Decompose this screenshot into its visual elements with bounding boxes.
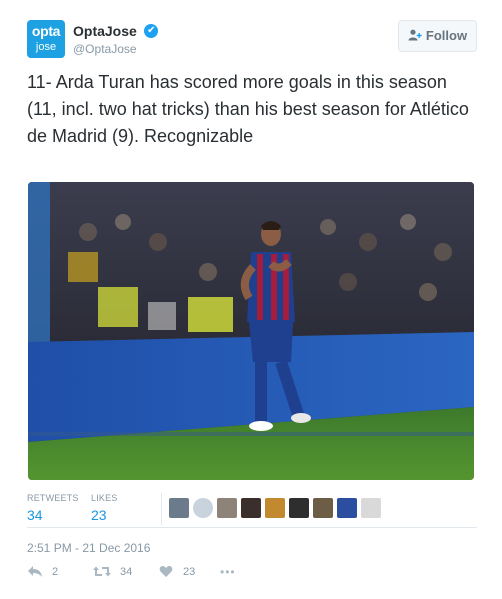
liker-avatar[interactable] [241, 498, 261, 518]
liker-avatar[interactable] [217, 498, 237, 518]
likes-label: LIKES [91, 493, 118, 503]
author-names: OptaJose ✔ @OptaJose [73, 22, 159, 57]
reply-count: 2 [52, 565, 59, 578]
likes-count: 23 [91, 507, 107, 523]
liker-avatar[interactable] [361, 498, 381, 518]
like-count: 23 [183, 565, 196, 578]
tweet-text: 11- Arda Turan has scored more goals in … [27, 72, 469, 146]
retweet-button[interactable]: 34 [93, 565, 132, 578]
avatar-logo-text: opta [31, 23, 61, 39]
liker-avatars [169, 498, 381, 518]
retweets-stat[interactable]: RETWEETS 34 [27, 493, 79, 525]
retweet-count: 34 [120, 565, 133, 578]
tweet-timestamp[interactable]: 2:51 PM - 21 Dec 2016 [27, 541, 150, 555]
liker-avatar[interactable] [193, 498, 213, 518]
liker-avatar[interactable] [313, 498, 333, 518]
likes-stat[interactable]: LIKES 23 [91, 493, 118, 525]
liker-avatar[interactable] [337, 498, 357, 518]
author-handle[interactable]: @OptaJose [73, 41, 158, 57]
follow-button-label: Follow [425, 28, 468, 43]
reply-icon [28, 566, 42, 577]
reply-button[interactable]: 2 [27, 565, 58, 578]
author-display-name[interactable]: OptaJose [73, 22, 137, 40]
person-plus-icon [408, 29, 422, 41]
more-icon: ••• [220, 565, 236, 579]
stats-separator [27, 527, 477, 528]
avatar-logo-subtext: jose [35, 41, 57, 53]
verified-badge-icon: ✔ [144, 24, 159, 38]
liker-avatar[interactable] [289, 498, 309, 518]
tweet-actions: 2 34 23 ••• [27, 565, 477, 583]
tweet-photo[interactable] [28, 182, 474, 480]
like-button[interactable]: 23 [159, 565, 195, 578]
stats-divider [161, 493, 162, 525]
retweets-count: 34 [27, 507, 43, 523]
liker-avatar[interactable] [169, 498, 189, 518]
retweet-icon [93, 566, 111, 577]
tweet-stats: RETWEETS 34 LIKES 23 [27, 493, 477, 529]
heart-icon [159, 566, 173, 577]
photo-football-player-celebrating [28, 182, 474, 480]
retweets-label: RETWEETS [27, 493, 79, 503]
more-button[interactable]: ••• [220, 565, 236, 579]
author-avatar[interactable]: opta jose [27, 20, 65, 58]
follow-button[interactable]: Follow [398, 20, 477, 52]
liker-avatar[interactable] [265, 498, 285, 518]
tweet-header: opta jose OptaJose ✔ @OptaJose Follow [27, 19, 477, 59]
